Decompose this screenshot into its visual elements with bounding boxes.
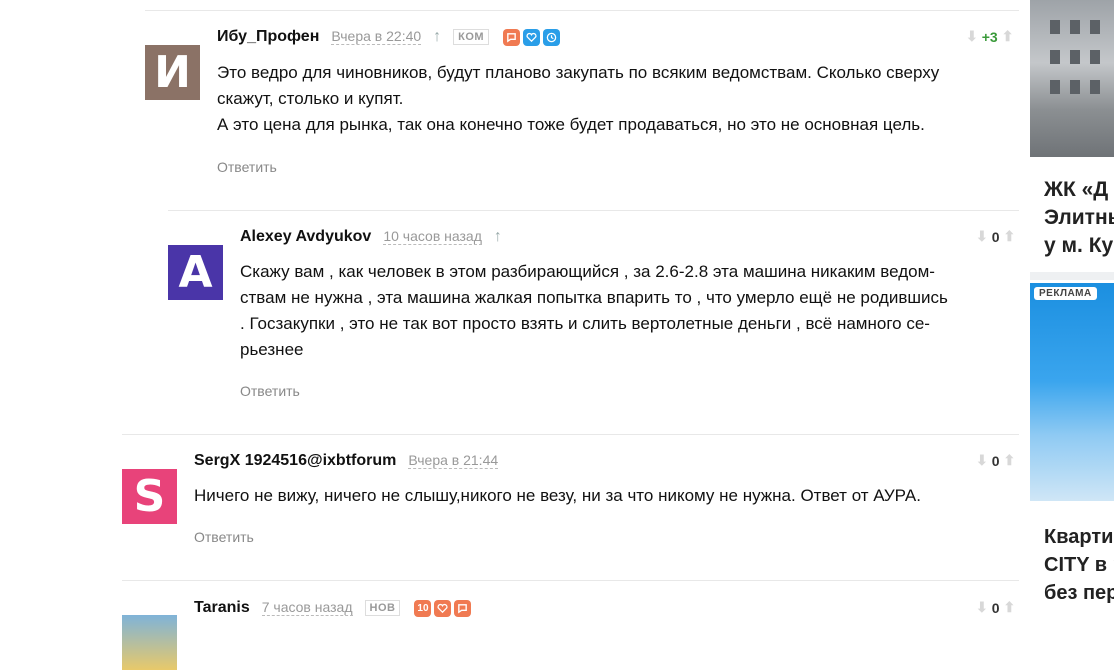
text-line: Ничего не вижу, ничего не слышу,никого н… <box>194 486 921 505</box>
vote-score: 0 <box>991 599 1000 616</box>
text-line: ствам не нужна , эта машина жалкая попыт… <box>240 288 948 307</box>
vote-widget: ⬇ 0 ⬆ <box>976 228 1015 245</box>
divider <box>1030 272 1114 280</box>
text-line: рьезнее <box>240 340 304 359</box>
text-line: . Госзакупки , это не так вот просто взя… <box>240 314 930 333</box>
heart-icon <box>434 599 452 617</box>
ad-line: CITY в р <box>1044 554 1114 576</box>
separator <box>122 580 1019 581</box>
comment-header: Taranis 7 часов назад НОВ 10 <box>194 599 472 617</box>
upvote-icon[interactable]: ⬆ <box>1002 28 1014 45</box>
user-tag: КОМ <box>453 29 490 45</box>
text-line: скажут, столько и купят. <box>217 89 404 108</box>
comment-header: SergX 1924516@ixbtforum Вчера в 21:44 <box>194 452 499 470</box>
text-line: Это ведро для чиновников, будут планово … <box>217 63 940 82</box>
downvote-icon[interactable]: ⬇ <box>976 452 988 469</box>
parent-link-icon[interactable]: ↑ <box>494 228 502 246</box>
separator <box>145 10 1019 11</box>
avatar[interactable]: A <box>168 245 223 300</box>
user-tag: НОВ <box>364 600 401 616</box>
author-name[interactable]: Alexey Avdyukov <box>240 228 371 246</box>
badge-group: 10 <box>414 599 472 617</box>
vote-widget: ⬇ +3 ⬆ <box>966 28 1013 45</box>
clock-icon <box>543 28 561 46</box>
ad-title-1[interactable]: ЖК «Д Элитны у м. Ку <box>1044 176 1114 260</box>
separator <box>168 210 1019 211</box>
ad-line: у м. Ку <box>1044 234 1114 257</box>
vote-widget: ⬇ 0 ⬆ <box>976 452 1015 469</box>
ad-line: Элитны <box>1044 206 1114 229</box>
upvote-icon[interactable]: ⬆ <box>1004 599 1016 616</box>
avatar[interactable] <box>122 615 177 670</box>
vote-score: +3 <box>981 28 998 45</box>
reply-link[interactable]: Ответить <box>240 383 300 399</box>
text-line: А это цена для рынка, так она конечно то… <box>217 115 925 134</box>
comment-header: Alexey Avdyukov 10 часов назад ↑ <box>240 228 502 246</box>
comment-text: Скажу вам , как человек в этом разбирающ… <box>240 259 1030 363</box>
level-badge: 10 <box>414 599 432 617</box>
vote-score: 0 <box>991 452 1000 469</box>
ad-image-banner[interactable]: РЕКЛАМА <box>1030 283 1114 501</box>
ad-image-building[interactable] <box>1030 0 1114 157</box>
comment-time[interactable]: Вчера в 22:40 <box>331 29 422 45</box>
ad-line: без пер <box>1044 582 1114 604</box>
separator <box>122 434 1019 435</box>
upvote-icon[interactable]: ⬆ <box>1004 452 1016 469</box>
text-line: Скажу вам , как человек в этом разбирающ… <box>240 262 935 281</box>
comment-time[interactable]: 7 часов назад <box>261 600 353 616</box>
heart-icon <box>523 28 541 46</box>
comment-text: Это ведро для чиновников, будут планово … <box>217 60 1027 138</box>
vote-score: 0 <box>991 228 1000 245</box>
comment-time[interactable]: Вчера в 21:44 <box>408 453 499 469</box>
comment-icon <box>454 599 472 617</box>
ad-line: ЖК «Д <box>1044 178 1109 201</box>
sidebar: ЖК «Д Элитны у м. Ку РЕКЛАМА Кварти CITY… <box>1030 0 1114 629</box>
downvote-icon[interactable]: ⬇ <box>976 228 988 245</box>
author-name[interactable]: Ибу_Профен <box>217 28 319 46</box>
downvote-icon[interactable]: ⬇ <box>966 28 978 45</box>
reply-link[interactable]: Ответить <box>217 159 277 175</box>
author-name[interactable]: Taranis <box>194 599 250 617</box>
avatar[interactable]: И <box>145 45 200 100</box>
ad-line: Кварти <box>1044 526 1114 548</box>
badge-group <box>503 28 561 46</box>
vote-widget: ⬇ 0 ⬆ <box>976 599 1015 616</box>
comment-header: Ибу_Профен Вчера в 22:40 ↑ КОМ <box>217 28 561 46</box>
author-name[interactable]: SergX 1924516@ixbtforum <box>194 452 396 470</box>
avatar[interactable]: S <box>122 469 177 524</box>
comment-icon <box>503 28 521 46</box>
parent-link-icon[interactable]: ↑ <box>433 28 441 46</box>
ad-title-2[interactable]: Кварти CITY в р без пер <box>1044 523 1114 607</box>
comment-time[interactable]: 10 часов назад <box>383 229 482 245</box>
reply-link[interactable]: Ответить <box>194 529 254 545</box>
upvote-icon[interactable]: ⬆ <box>1004 228 1016 245</box>
comment-text: Ничего не вижу, ничего не слышу,никого н… <box>194 483 1024 509</box>
ad-label: РЕКЛАМА <box>1034 287 1097 300</box>
downvote-icon[interactable]: ⬇ <box>976 599 988 616</box>
